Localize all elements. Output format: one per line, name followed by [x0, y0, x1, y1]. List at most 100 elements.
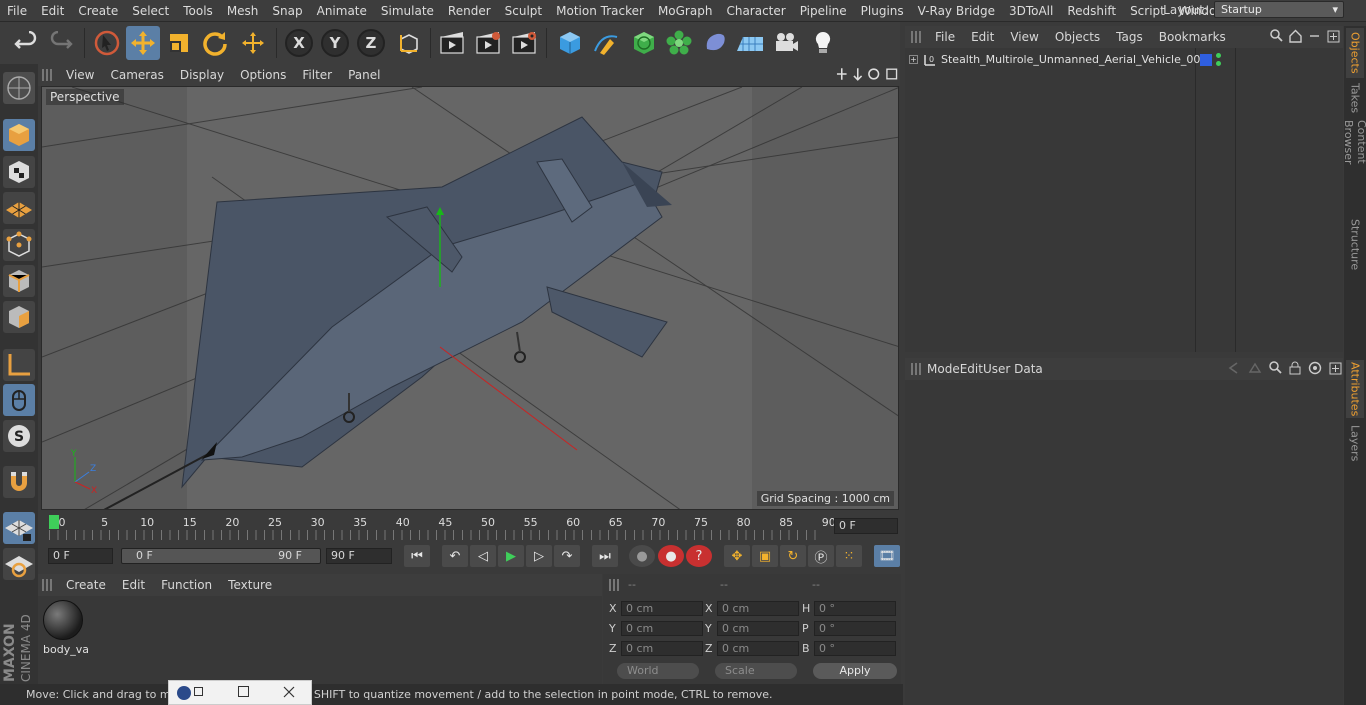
snap-magnet-icon[interactable] [3, 466, 35, 498]
cinema4d-app-icon[interactable] [177, 686, 191, 700]
obj-menu-bookmarks[interactable]: Bookmarks [1151, 30, 1234, 44]
restore-icon[interactable] [194, 687, 203, 696]
home-icon[interactable] [1289, 29, 1302, 43]
size-field[interactable]: 0 cm [717, 601, 799, 616]
obj-menu-tags[interactable]: Tags [1108, 30, 1151, 44]
attr-menu-edit[interactable]: Edit [960, 362, 983, 376]
menu-plugins[interactable]: Plugins [854, 0, 911, 22]
rotation-field[interactable]: 0 ° [814, 621, 896, 636]
maximize-icon[interactable] [238, 686, 249, 697]
scale-tool-icon[interactable] [162, 26, 196, 60]
deformer-bend-icon[interactable] [698, 26, 732, 60]
timeline-window-icon[interactable]: 🎞 [874, 545, 900, 567]
vp-menu-display[interactable]: Display [172, 68, 232, 82]
menu-3dtoall[interactable]: 3DToAll [1002, 0, 1060, 22]
menu-motion-tracker[interactable]: Motion Tracker [549, 0, 651, 22]
polygons-mode-icon[interactable] [3, 301, 35, 333]
workplane-mode-icon[interactable] [3, 192, 35, 224]
tab-layers[interactable]: Layers [1346, 424, 1364, 462]
obj-menu-edit[interactable]: Edit [963, 30, 1002, 44]
orbit-icon[interactable] [867, 67, 880, 81]
pen-spline-icon[interactable] [589, 26, 623, 60]
menu-render[interactable]: Render [441, 0, 498, 22]
cube-primitive-icon[interactable] [553, 26, 587, 60]
menu-tools[interactable]: Tools [176, 0, 220, 22]
menu-file[interactable]: File [0, 0, 34, 22]
menu-redshift[interactable]: Redshift [1060, 0, 1123, 22]
key-point-level-icon[interactable]: ⁙ [836, 545, 862, 567]
solo-mode-icon[interactable]: S [3, 420, 35, 452]
model-mode-icon[interactable] [3, 119, 35, 151]
tab-attributes[interactable]: Attributes [1346, 360, 1364, 418]
undo-icon[interactable] [9, 26, 43, 60]
menu-snap[interactable]: Snap [265, 0, 309, 22]
mat-menu-texture[interactable]: Texture [220, 578, 280, 592]
live-selection-icon[interactable] [90, 26, 124, 60]
dolly-icon[interactable] [852, 67, 864, 81]
menu-animate[interactable]: Animate [310, 0, 374, 22]
coordinate-mode-select[interactable]: World [617, 663, 699, 679]
keyframe-selection-icon[interactable]: ? [686, 545, 712, 567]
vp-menu-cameras[interactable]: Cameras [102, 68, 171, 82]
make-editable-icon[interactable] [3, 72, 35, 104]
attr-menu-user-data[interactable]: User Data [983, 362, 1043, 376]
key-scale-icon[interactable]: ▣ [752, 545, 778, 567]
texture-mode-icon[interactable] [3, 156, 35, 188]
tweak-mode-icon[interactable] [3, 384, 35, 416]
cloner-icon[interactable] [662, 26, 696, 60]
render-settings-icon[interactable] [507, 26, 541, 60]
size-mode-select[interactable]: Scale [715, 663, 797, 679]
vp-menu-panel[interactable]: Panel [340, 68, 388, 82]
key-position-icon[interactable]: ✥ [724, 545, 750, 567]
perspective-viewport[interactable]: Y Z X Perspective Grid Spacing : 1000 cm [41, 86, 899, 510]
lock-icon[interactable] [1289, 361, 1301, 375]
menu-v-ray-bridge[interactable]: V-Ray Bridge [911, 0, 1002, 22]
back-arrow-icon[interactable] [1227, 361, 1241, 375]
previous-frame-icon[interactable]: ◁ [470, 545, 496, 567]
attr-menu-mode[interactable]: Mode [927, 362, 960, 376]
search-icon[interactable] [1269, 361, 1282, 375]
search-icon[interactable] [1270, 29, 1283, 43]
light-icon[interactable] [806, 26, 840, 60]
x-axis-lock-button[interactable]: X [285, 29, 313, 57]
redo-icon[interactable] [44, 26, 78, 60]
mat-menu-create[interactable]: Create [58, 578, 114, 592]
obj-menu-objects[interactable]: Objects [1047, 30, 1108, 44]
min-time-field[interactable]: 0 F [48, 548, 113, 564]
subdivision-surface-icon[interactable] [627, 26, 661, 60]
preview-range-slider[interactable]: 0 F 90 F [121, 548, 321, 564]
obj-menu-file[interactable]: File [927, 30, 963, 44]
go-to-end-icon[interactable]: ⏭ [592, 545, 618, 567]
material-thumbnail[interactable] [43, 600, 83, 640]
menu-simulate[interactable]: Simulate [374, 0, 441, 22]
menu-select[interactable]: Select [125, 0, 176, 22]
expand-icon[interactable]: + [909, 55, 918, 64]
size-field[interactable]: 0 cm [717, 621, 799, 636]
menu-edit[interactable]: Edit [34, 0, 71, 22]
position-field[interactable]: 0 cm [621, 641, 703, 656]
timeline-ruler[interactable]: 0 5 10 15 20 25 30 35 40 45 50 55 60 65 70 75 80 85 90 [41, 512, 901, 542]
obj-menu-view[interactable]: View [1002, 30, 1046, 44]
new-window-icon[interactable] [1327, 29, 1340, 43]
go-to-start-icon[interactable]: ⏮ [404, 545, 430, 567]
tab-structure[interactable]: Structure [1346, 218, 1364, 272]
new-window-icon[interactable] [1329, 361, 1342, 375]
link-icon[interactable] [1308, 29, 1321, 43]
position-field[interactable]: 0 cm [621, 621, 703, 636]
position-field[interactable]: 0 cm [621, 601, 703, 616]
menu-mograph[interactable]: MoGraph [651, 0, 720, 22]
object-row[interactable]: + 0 Stealth_Multirole_Unmanned_Aerial_Ve… [905, 51, 1343, 69]
transform-tool-icon[interactable] [236, 26, 270, 60]
rotation-field[interactable]: 0 ° [814, 641, 896, 656]
material-name[interactable]: body_va [43, 643, 89, 656]
menu-character[interactable]: Character [719, 0, 792, 22]
editor-visibility-dot[interactable] [1216, 53, 1221, 58]
key-parameter-icon[interactable]: Ⓟ [808, 545, 834, 567]
object-name[interactable]: Stealth_Multirole_Unmanned_Aerial_Vehicl… [941, 53, 1207, 66]
vp-menu-view[interactable]: View [58, 68, 102, 82]
playhead[interactable] [49, 515, 59, 529]
menu-mesh[interactable]: Mesh [220, 0, 266, 22]
layer-color-swatch[interactable] [1200, 54, 1212, 66]
mat-menu-edit[interactable]: Edit [114, 578, 153, 592]
menu-pipeline[interactable]: Pipeline [793, 0, 854, 22]
